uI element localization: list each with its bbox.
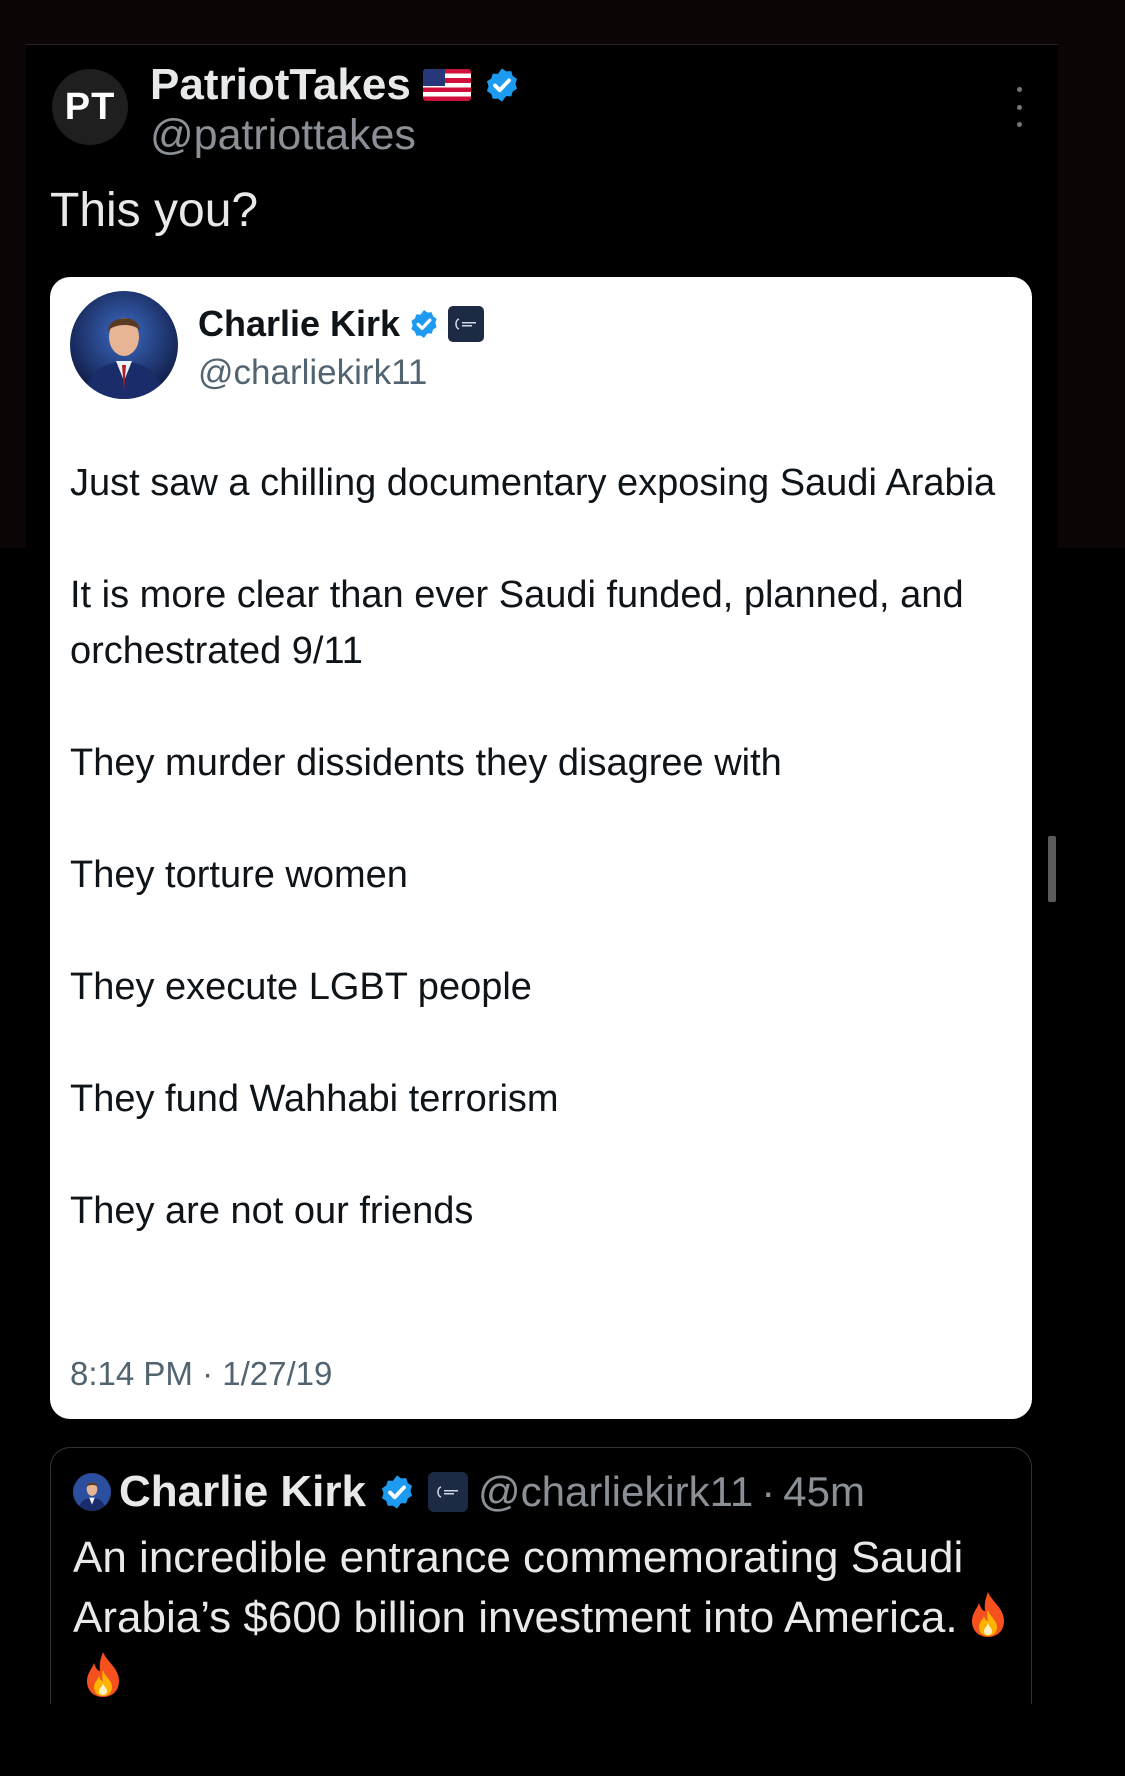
quoted-author-name[interactable]: Charlie Kirk [119, 1467, 366, 1517]
author-handle[interactable]: @patriottakes [150, 111, 416, 160]
card-paragraph: They fund Wahhabi terrorism [70, 1078, 559, 1120]
card-paragraph: They murder dissidents they disagree wit… [70, 742, 782, 784]
verified-badge-icon [486, 68, 517, 102]
card-author-name: Charlie Kirk [198, 303, 401, 344]
verified-badge-icon [411, 310, 437, 338]
card-paragraph: Just saw a chilling documentary exposing… [70, 462, 996, 504]
verified-badge-icon [381, 1475, 413, 1509]
quoted-text-content: An incredible entrance commemorating Sau… [73, 1533, 964, 1642]
card-paragraph: They execute LGBT people [70, 966, 532, 1008]
card-paragraph: They are not our friends [70, 1190, 474, 1232]
fire-emoji-icon [87, 1652, 119, 1697]
avatar-initials: PT [64, 85, 116, 128]
meta-separator: · [761, 1468, 776, 1515]
tweet-screenshot-image[interactable]: Charlie Kirk @charliekirk11 Just saw a c… [50, 277, 1032, 1419]
screen: PT PatriotTakes @patriottakes This you? [0, 0, 1125, 1776]
fire-emoji-icon [971, 1592, 1004, 1637]
card-timestamp: 8:14 PM · 1/27/19 [70, 1355, 333, 1392]
avatar[interactable]: PT [52, 69, 128, 145]
organization-badge-icon [448, 306, 485, 342]
quoted-author-row: Charlie Kirk @charliekirk11 · 45m [73, 1464, 865, 1520]
quoted-tweet[interactable]: Charlie Kirk @charliekirk11 · 45m An inc… [50, 1447, 1032, 1748]
card-author-row: Charlie Kirk [198, 299, 485, 349]
scrollbar-thumb[interactable] [1048, 836, 1056, 902]
card-paragraph: They torture women [70, 854, 408, 896]
organization-badge-icon [427, 1472, 468, 1512]
charlie-kirk-avatar [70, 291, 178, 399]
tweet[interactable]: PT PatriotTakes @patriottakes This you? [26, 44, 1058, 1748]
author-name[interactable]: PatriotTakes [150, 60, 411, 110]
avatar[interactable] [73, 1473, 111, 1511]
quoted-tweet-text: An incredible entrance commemorating Sau… [73, 1528, 1023, 1708]
tweet-text: This you? [50, 184, 259, 237]
quoted-timestamp[interactable]: 45m [783, 1468, 865, 1516]
bottom-edge [0, 1704, 1125, 1776]
more-options-icon[interactable] [1011, 87, 1027, 127]
card-author-handle: @charliekirk11 [198, 353, 428, 392]
quoted-author-handle[interactable]: @charliekirk11 [478, 1468, 753, 1516]
us-flag-icon [422, 69, 471, 101]
author-row: PatriotTakes [150, 55, 521, 115]
card-tweet-body: Just saw a chilling documentary exposing… [70, 455, 1000, 1295]
card-paragraph: It is more clear than ever Saudi funded,… [70, 574, 964, 672]
